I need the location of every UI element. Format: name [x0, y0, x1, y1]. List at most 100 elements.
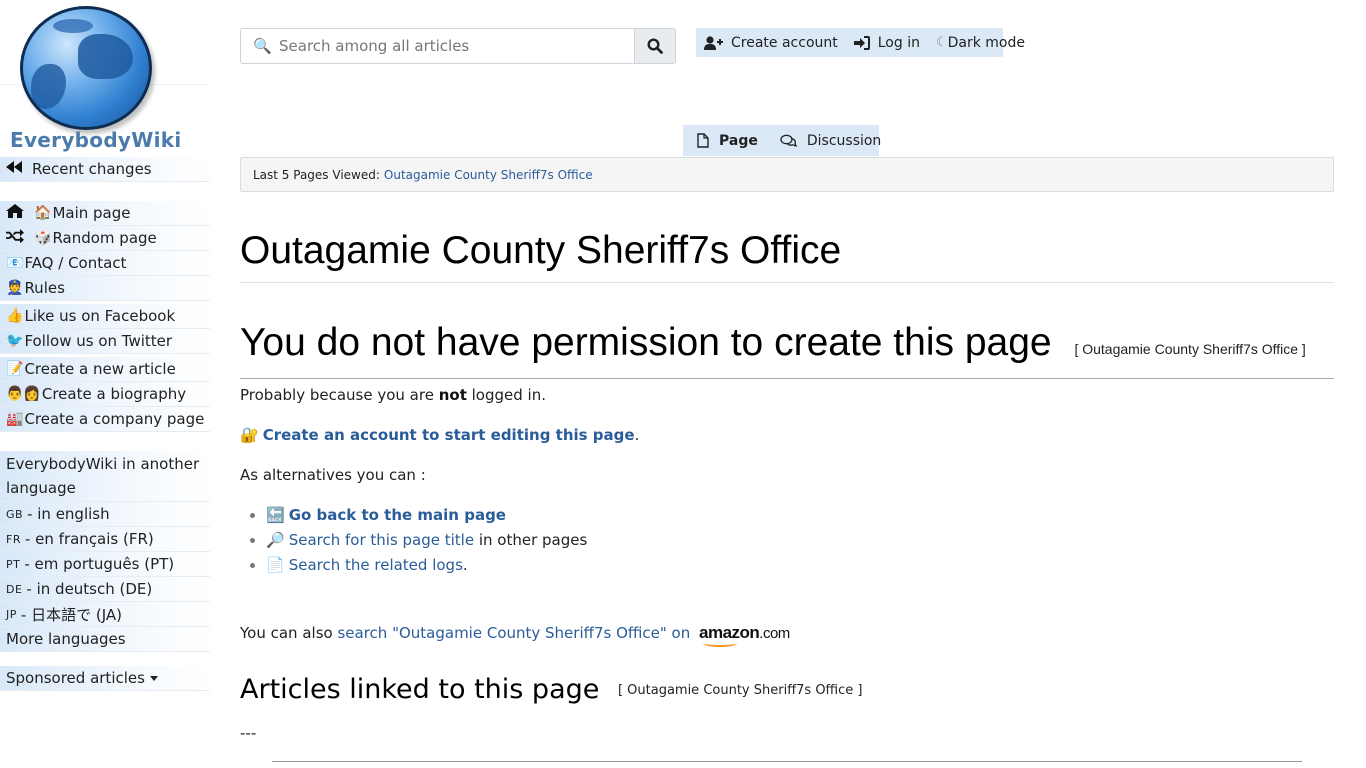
search-page-title-link[interactable]: Search for this page title: [289, 531, 474, 549]
languages-header: EverybodyWiki in another language: [0, 451, 210, 502]
sidebar-item-more-languages[interactable]: More languages: [0, 627, 210, 652]
bird-icon: 🐦: [6, 333, 24, 349]
sidebar-item-create-article[interactable]: 📝 Create a new article: [0, 357, 210, 382]
sidebar-item-label: Main page: [52, 204, 131, 222]
sidebar-recent: Recent changes: [0, 157, 210, 182]
permission-heading-text: You do not have permission to create thi…: [240, 321, 1052, 364]
sidebar-sponsored: Sponsored articles: [0, 666, 210, 691]
amazon-logo[interactable]: amazon.com: [699, 623, 790, 647]
sidebar-item-label: Like us on Facebook: [24, 307, 176, 325]
dice-emoji-icon: 🎲: [34, 230, 52, 246]
sidebar-item-faq-contact[interactable]: 📧 FAQ / Contact: [0, 251, 210, 276]
create-account-link[interactable]: Create account: [704, 35, 838, 51]
page-title: Outagamie County Sheriff7s Office: [240, 228, 1334, 283]
tab-label: Discussion: [806, 132, 882, 149]
sidebar-item-create-biography[interactable]: 👨👩 Create a biography: [0, 382, 210, 407]
globe-icon[interactable]: [20, 6, 152, 130]
recently-viewed: Last 5 Pages Viewed: Outagamie County Sh…: [240, 157, 1334, 192]
shuffle-icon: [6, 229, 28, 247]
sidebar-item-label: - in deutsch (DE): [26, 580, 153, 598]
tab-discussion[interactable]: Discussion: [780, 133, 881, 149]
go-back-main-page-link[interactable]: Go back to the main page: [289, 506, 506, 524]
sidebar-item-facebook[interactable]: 👍 Like us on Facebook: [0, 304, 210, 329]
permission-heading: You do not have permission to create thi…: [240, 318, 1334, 379]
reason-bold: not: [438, 386, 467, 404]
envelope-icon: 📧: [6, 255, 24, 271]
list-item: 📄Search the related logs.: [266, 553, 587, 578]
sidebar-item-twitter[interactable]: 🐦 Follow us on Twitter: [0, 329, 210, 354]
sidebar-item-rules[interactable]: 👮 Rules: [0, 276, 210, 301]
caret-down-icon: [149, 675, 158, 681]
not-logged-in-text: Probably because you are not logged in.: [240, 386, 546, 404]
magnifier-emoji-icon: 🔍: [253, 37, 272, 55]
magnifier-icon: 🔎: [266, 531, 285, 549]
lang-code: DE: [6, 582, 23, 596]
police-officer-icon: 👮: [6, 280, 24, 296]
sidebar-item-lang-fr[interactable]: FR - en français (FR): [0, 527, 210, 552]
list-item-suffix: in other pages: [474, 531, 588, 549]
people-icon: 👨👩: [6, 386, 41, 402]
recently-viewed-link[interactable]: Outagamie County Sheriff7s Office: [384, 168, 593, 182]
tab-page[interactable]: Page: [697, 133, 758, 149]
sponsored-label: Sponsored articles: [6, 669, 145, 687]
reason-pre: Probably because you are: [240, 386, 439, 404]
amazon-smile-icon: [703, 639, 737, 647]
site-name[interactable]: EverybodyWiki: [10, 128, 182, 152]
sidebar-item-lang-de[interactable]: DE - in deutsch (DE): [0, 577, 210, 602]
lock-with-key-icon: 🔐: [240, 426, 259, 444]
search-button[interactable]: [634, 29, 675, 63]
list-item: 🔎Search for this page title in other pag…: [266, 528, 587, 553]
sidebar-item-label: - 日本語で (JA): [20, 605, 122, 624]
amazon-search-link[interactable]: search "Outagamie County Sheriff7s Offic…: [337, 624, 690, 642]
sidebar-item-label: Create a new article: [24, 360, 176, 378]
page-icon: [697, 133, 709, 148]
sidebar-item-label: Rules: [24, 279, 65, 297]
sidebar-item-main-page[interactable]: 🏠 Main page: [0, 201, 210, 226]
factory-icon: 🏭: [6, 411, 24, 427]
sidebar-item-lang-gb[interactable]: GB - in english: [0, 502, 210, 527]
sidebar-item-lang-jp[interactable]: JP - 日本語で (JA): [0, 602, 210, 627]
period: .: [634, 426, 640, 444]
create-account-paragraph: 🔐 Create an account to start editing this…: [240, 426, 639, 444]
linked-heading-bracket: [ Outagamie County Sheriff7s Office ]: [617, 683, 863, 698]
back-arrow-icon: 🔙: [266, 506, 285, 524]
linked-heading-text: Articles linked to this page: [240, 674, 600, 705]
sidebar-item-recent-changes[interactable]: Recent changes: [0, 157, 210, 182]
create-account-edit-link[interactable]: Create an account to start editing this …: [263, 426, 635, 444]
search-form: 🔍: [240, 28, 676, 64]
page-tabs: Page Discussion: [683, 125, 881, 156]
amazon-search-paragraph: You can also search "Outagamie County Sh…: [240, 623, 790, 647]
user-menu: Create account Log in ☾ Dark mode: [696, 28, 1025, 57]
permission-heading-bracket: [ Outagamie County Sheriff7s Office ]: [1074, 341, 1306, 357]
search-related-logs-link[interactable]: Search the related logs: [289, 556, 463, 574]
amazon-pre: You can also: [240, 624, 338, 642]
search-input[interactable]: [273, 30, 634, 62]
sidebar-item-label: Recent changes: [32, 160, 152, 178]
comments-icon: [780, 134, 797, 147]
thumbs-up-icon: 👍: [6, 308, 24, 324]
log-in-link[interactable]: Log in: [853, 34, 920, 51]
reason-post: logged in.: [466, 386, 546, 404]
log-in-label: Log in: [877, 34, 920, 51]
lang-code: PT: [6, 557, 21, 571]
sidebar-item-label: Create a biography: [41, 385, 187, 403]
home-icon: [6, 204, 28, 222]
moon-icon: ☾: [935, 35, 948, 50]
sponsored-articles-dropdown[interactable]: Sponsored articles: [0, 666, 210, 691]
sidebar-item-label: - en français (FR): [24, 530, 154, 548]
backward-icon: [6, 161, 28, 177]
document-icon: 📄: [266, 556, 285, 574]
sidebar-item-lang-pt[interactable]: PT - em português (PT): [0, 552, 210, 577]
lang-code: FR: [6, 532, 21, 546]
sidebar-item-random-page[interactable]: 🎲 Random page: [0, 226, 210, 251]
sidebar-languages: EverybodyWiki in another language GB - i…: [0, 451, 210, 652]
user-plus-icon: [704, 35, 723, 50]
amazon-tld: .com: [759, 625, 790, 642]
sidebar-item-create-company[interactable]: 🏭 Create a company page: [0, 407, 210, 432]
divider: [272, 761, 1302, 762]
lang-code: GB: [6, 507, 24, 521]
sidebar-item-label: Random page: [52, 229, 157, 247]
lang-code: JP: [6, 607, 17, 621]
logo[interactable]: EverybodyWiki: [0, 0, 210, 155]
dark-mode-toggle[interactable]: ☾ Dark mode: [936, 35, 1025, 51]
